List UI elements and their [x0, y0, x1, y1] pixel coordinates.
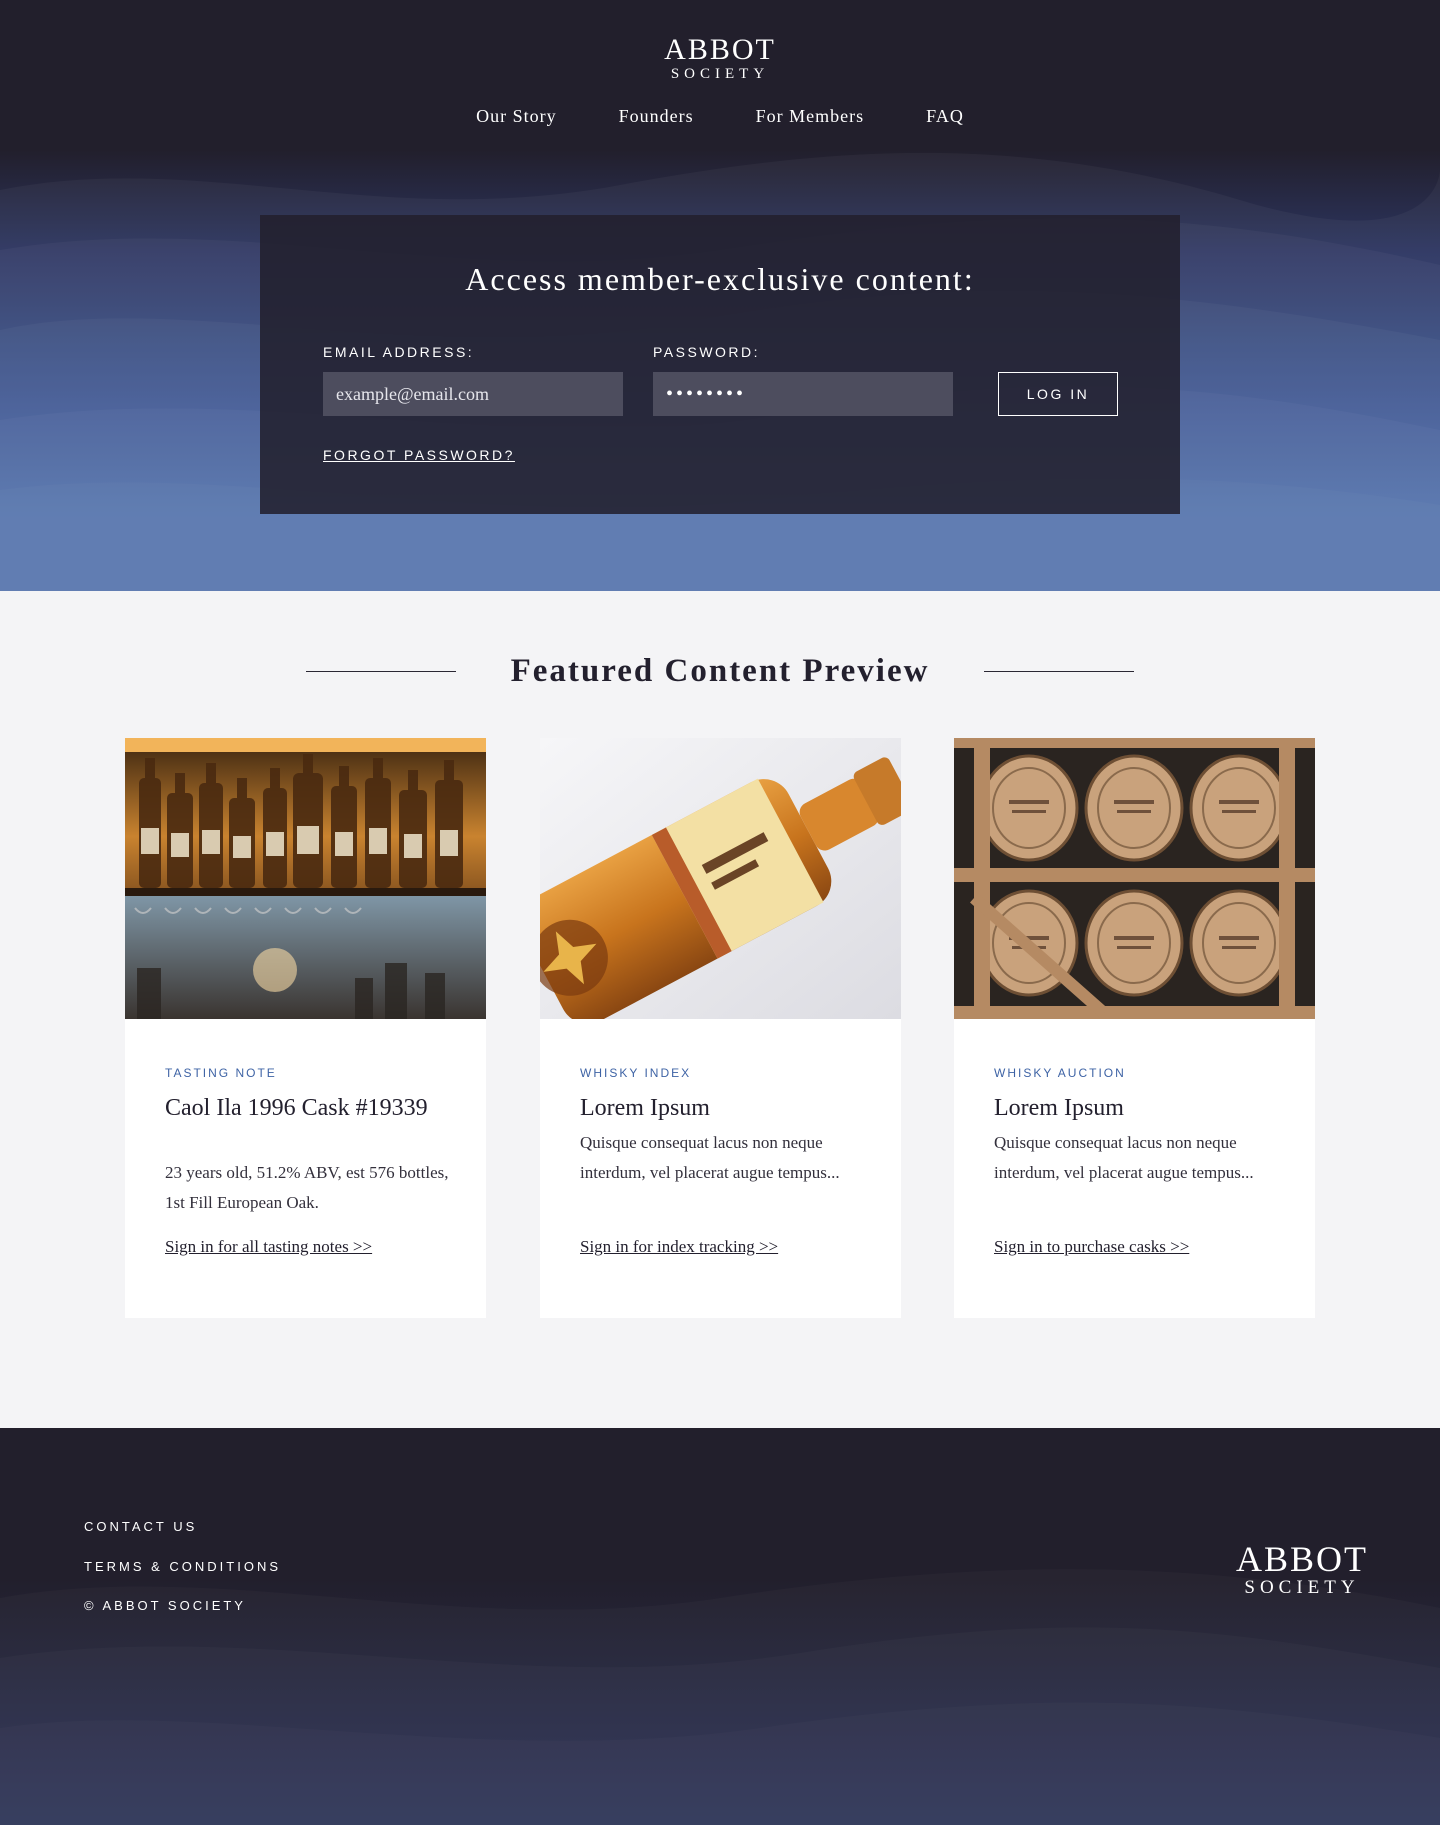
- footer-logo[interactable]: ABBOT SOCIETY: [1236, 1540, 1368, 1598]
- nav-item-our-story[interactable]: Our Story: [476, 106, 557, 127]
- card-title: Caol Ila 1996 Cask #19339: [165, 1095, 428, 1121]
- sign-in-tasting-notes-link[interactable]: Sign in for all tasting notes >>: [165, 1237, 372, 1257]
- featured-title: Featured Content Preview: [510, 653, 930, 689]
- login-card: Access member-exclusive content: EMAIL A…: [260, 215, 1180, 514]
- card-title: Lorem Ipsum: [994, 1095, 1124, 1121]
- card-title: Lorem Ipsum: [580, 1095, 710, 1121]
- hero-section: ABBOT SOCIETY Our Story Founders For Mem…: [0, 0, 1440, 591]
- contact-us-link[interactable]: CONTACT US: [84, 1519, 197, 1534]
- card-description: Quisque consequat lacus non neque interd…: [580, 1133, 840, 1182]
- footer-logo-line-2: SOCIETY: [1244, 1577, 1360, 1598]
- logo-line-1: ABBOT: [664, 33, 776, 66]
- card-tag: WHISKY AUCTION: [994, 1066, 1126, 1080]
- card-tag: TASTING NOTE: [165, 1066, 277, 1080]
- forgot-password-link[interactable]: FORGOT PASSWORD?: [323, 447, 515, 463]
- site-logo[interactable]: ABBOT SOCIETY: [0, 33, 1440, 83]
- nav-item-faq[interactable]: FAQ: [926, 106, 964, 127]
- copyright-text: © ABBOT SOCIETY: [84, 1598, 246, 1613]
- whisky-bottle-image: [540, 738, 901, 1019]
- card-description: Quisque consequat lacus non neque interd…: [994, 1133, 1254, 1182]
- nav-item-for-members[interactable]: For Members: [756, 106, 865, 127]
- content-card-tasting-note: TASTING NOTE Caol Ila 1996 Cask #19339 2…: [125, 738, 486, 1318]
- login-title: Access member-exclusive content:: [465, 261, 975, 297]
- card-tag: WHISKY INDEX: [580, 1066, 692, 1080]
- whisky-casks-image: [954, 738, 1315, 1019]
- log-in-button[interactable]: LOG IN: [998, 372, 1118, 416]
- site-footer: CONTACT US TERMS & CONDITIONS © ABBOT SO…: [0, 1428, 1440, 1825]
- logo-line-2: SOCIETY: [670, 66, 770, 82]
- email-label: EMAIL ADDRESS:: [323, 344, 475, 360]
- password-field[interactable]: ••••••••: [653, 372, 953, 416]
- footer-logo-line-1: ABBOT: [1235, 1539, 1368, 1579]
- footer-wave-background: [0, 1428, 1440, 1825]
- terms-conditions-link[interactable]: TERMS & CONDITIONS: [84, 1559, 281, 1574]
- password-label: PASSWORD:: [653, 344, 761, 360]
- featured-section: Featured Content Preview TASTING NOTE Ca…: [0, 591, 1440, 1428]
- card-description: 23 years old, 51.2% ABV, est 576 bottles…: [165, 1163, 449, 1212]
- sign-in-index-tracking-link[interactable]: Sign in for index tracking >>: [580, 1237, 778, 1257]
- main-nav: Our Story Founders For Members FAQ: [0, 106, 1440, 127]
- bar-shelf-image: [125, 738, 486, 1019]
- content-card-whisky-index: WHISKY INDEX Lorem Ipsum Quisque consequ…: [540, 738, 901, 1318]
- title-rule-right: [984, 671, 1134, 672]
- content-card-whisky-auction: WHISKY AUCTION Lorem Ipsum Quisque conse…: [954, 738, 1315, 1318]
- email-field[interactable]: [323, 372, 623, 416]
- nav-item-founders[interactable]: Founders: [619, 106, 694, 127]
- sign-in-purchase-casks-link[interactable]: Sign in to purchase casks >>: [994, 1237, 1189, 1257]
